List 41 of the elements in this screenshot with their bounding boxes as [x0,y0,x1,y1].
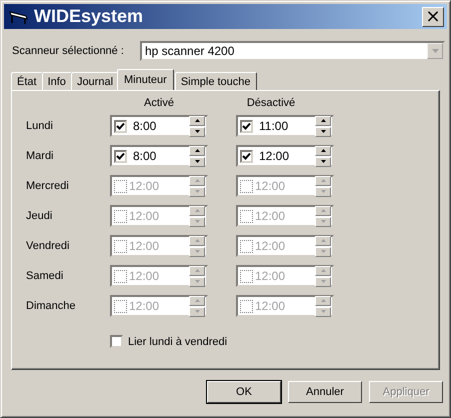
day-label: Mercredi [26,180,70,192]
column-header: Activé [143,97,175,109]
tab[interactable]: Simple touche [174,72,257,90]
time-field[interactable]: 11:00 [236,115,334,137]
link-weekdays-checkbox[interactable]: Lier lundi à vendredi [110,335,439,348]
scanner-icon [8,8,30,24]
tab[interactable]: État [11,72,43,90]
spin-buttons[interactable] [315,146,331,166]
tab[interactable]: Journal [70,72,120,90]
scanner-label: Scanneur sélectionné : [12,45,125,57]
checkbox[interactable] [114,210,127,222]
day-label: Mardi [26,150,55,162]
day-label: Samedi [26,270,64,282]
window-title: WIDEsystem [34,6,144,27]
tab[interactable]: Info [42,72,72,90]
checkbox[interactable] [114,270,127,282]
time-field[interactable]: 8:00 [110,145,208,167]
checkbox[interactable] [240,270,253,282]
tab[interactable]: Minuteur [117,69,174,90]
checkbox[interactable] [240,240,253,252]
checkbox[interactable] [240,180,253,192]
checkbox[interactable] [114,180,127,192]
dropdown-arrow-icon [432,49,438,53]
dialog-button[interactable]: OK [207,381,281,403]
checkbox[interactable] [240,300,253,312]
close-button[interactable]: × [422,6,444,26]
checkbox[interactable] [114,300,127,312]
checkbox[interactable] [240,210,253,222]
column-header: Désactivé [246,97,296,109]
day-label: Jeudi [26,210,54,222]
time-field[interactable]: 8:00 [110,115,208,137]
spin-buttons[interactable] [315,116,331,136]
day-label: Vendredi [26,240,70,252]
day-label: Lundi [26,120,54,132]
scanner-dropdown[interactable]: hp scanner 4200 [140,41,445,61]
spin-buttons[interactable] [189,146,205,166]
day-label: Dimanche [26,300,77,312]
time-field[interactable]: 12:00 [236,145,334,167]
checkbox[interactable] [114,240,127,252]
spin-buttons[interactable] [189,116,205,136]
dialog-button[interactable]: Annuler [288,381,362,403]
